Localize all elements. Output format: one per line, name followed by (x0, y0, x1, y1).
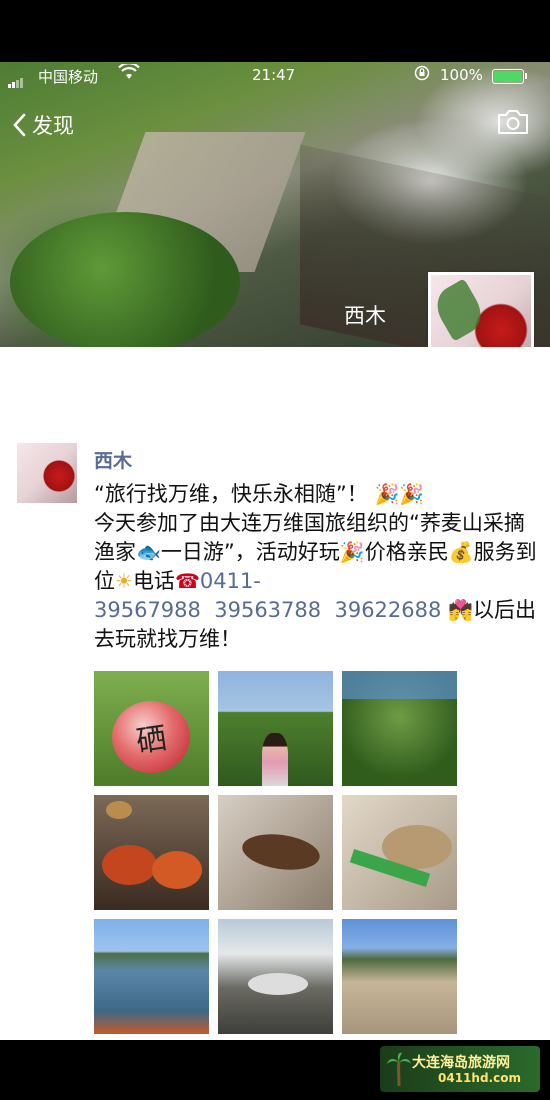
signal-icon (8, 70, 24, 88)
post-author-avatar[interactable] (17, 443, 77, 503)
nav-bar: 发现 (0, 100, 550, 144)
back-button[interactable]: 发现 (12, 110, 74, 140)
watermark-logo: 大连海岛旅游网 0411hd.com (380, 1046, 540, 1092)
profile-name[interactable]: 西木 (344, 300, 386, 330)
photo-group-game[interactable] (342, 919, 457, 1034)
photo-apple[interactable]: 硒 (94, 671, 209, 786)
rotation-lock-icon (414, 65, 430, 85)
phone-emoji: ☎ (174, 569, 200, 593)
post-line2e: 电话 (132, 569, 175, 593)
back-label: 发现 (32, 114, 74, 138)
apple-text: 硒 (134, 721, 169, 760)
post-line1: “旅行找万维，快乐永相随”！ (94, 482, 368, 506)
battery-icon (492, 69, 524, 84)
carrier-label: 中国移动 (38, 68, 99, 86)
money-emoji: 💰 (448, 540, 474, 564)
party-emoji: 🎉 (399, 482, 425, 506)
phone-prefix[interactable]: 0411- (200, 569, 261, 593)
photo-apple-tree[interactable] (342, 671, 457, 786)
watermark-title: 大连海岛旅游网 (412, 1055, 510, 1071)
party-emoji: 🎉 (339, 540, 365, 564)
rose-image (17, 443, 77, 503)
couple-emoji: 💏 (448, 598, 473, 622)
wifi-icon (118, 62, 140, 84)
fish-emoji: 🐟 (136, 540, 161, 564)
photo-fish-dish[interactable] (342, 795, 457, 910)
photo-bbq-crabs[interactable] (94, 795, 209, 910)
watermark-url: 0411hd.com (438, 1071, 521, 1085)
cover-tree (10, 212, 240, 347)
sun-emoji: ☀ (115, 569, 133, 593)
battery-tip (525, 73, 527, 79)
party-emoji: 🎉 (374, 482, 400, 506)
photo-apple-tree-girl[interactable] (218, 671, 333, 786)
chevron-left-icon (13, 113, 26, 137)
status-bar: 中国移动 21:47 100% (0, 62, 550, 90)
photo-harbor-beach[interactable] (94, 919, 209, 1034)
post-line2b: 一日游”，活动好玩 (160, 540, 340, 564)
post-line2c: 价格亲民 (364, 540, 449, 564)
battery-percent: 100% (440, 66, 483, 84)
photo-group-table[interactable] (218, 919, 333, 1034)
photo-grid: 硒 (94, 671, 457, 1034)
photo-grilled-fish[interactable] (218, 795, 333, 910)
post-author-name[interactable]: 西木 (94, 446, 132, 473)
post-text: “旅行找万维，快乐永相随”！ 🎉🎉 今天参加了由大连万维国旅组织的“荞麦山采摘渔… (94, 480, 539, 654)
top-black-band (0, 0, 550, 62)
palm-tree-icon (387, 1052, 411, 1086)
time-label: 21:47 (252, 66, 296, 84)
phone-numbers[interactable]: 39567988 39563788 39622688 (94, 598, 441, 622)
camera-icon[interactable] (496, 108, 530, 136)
